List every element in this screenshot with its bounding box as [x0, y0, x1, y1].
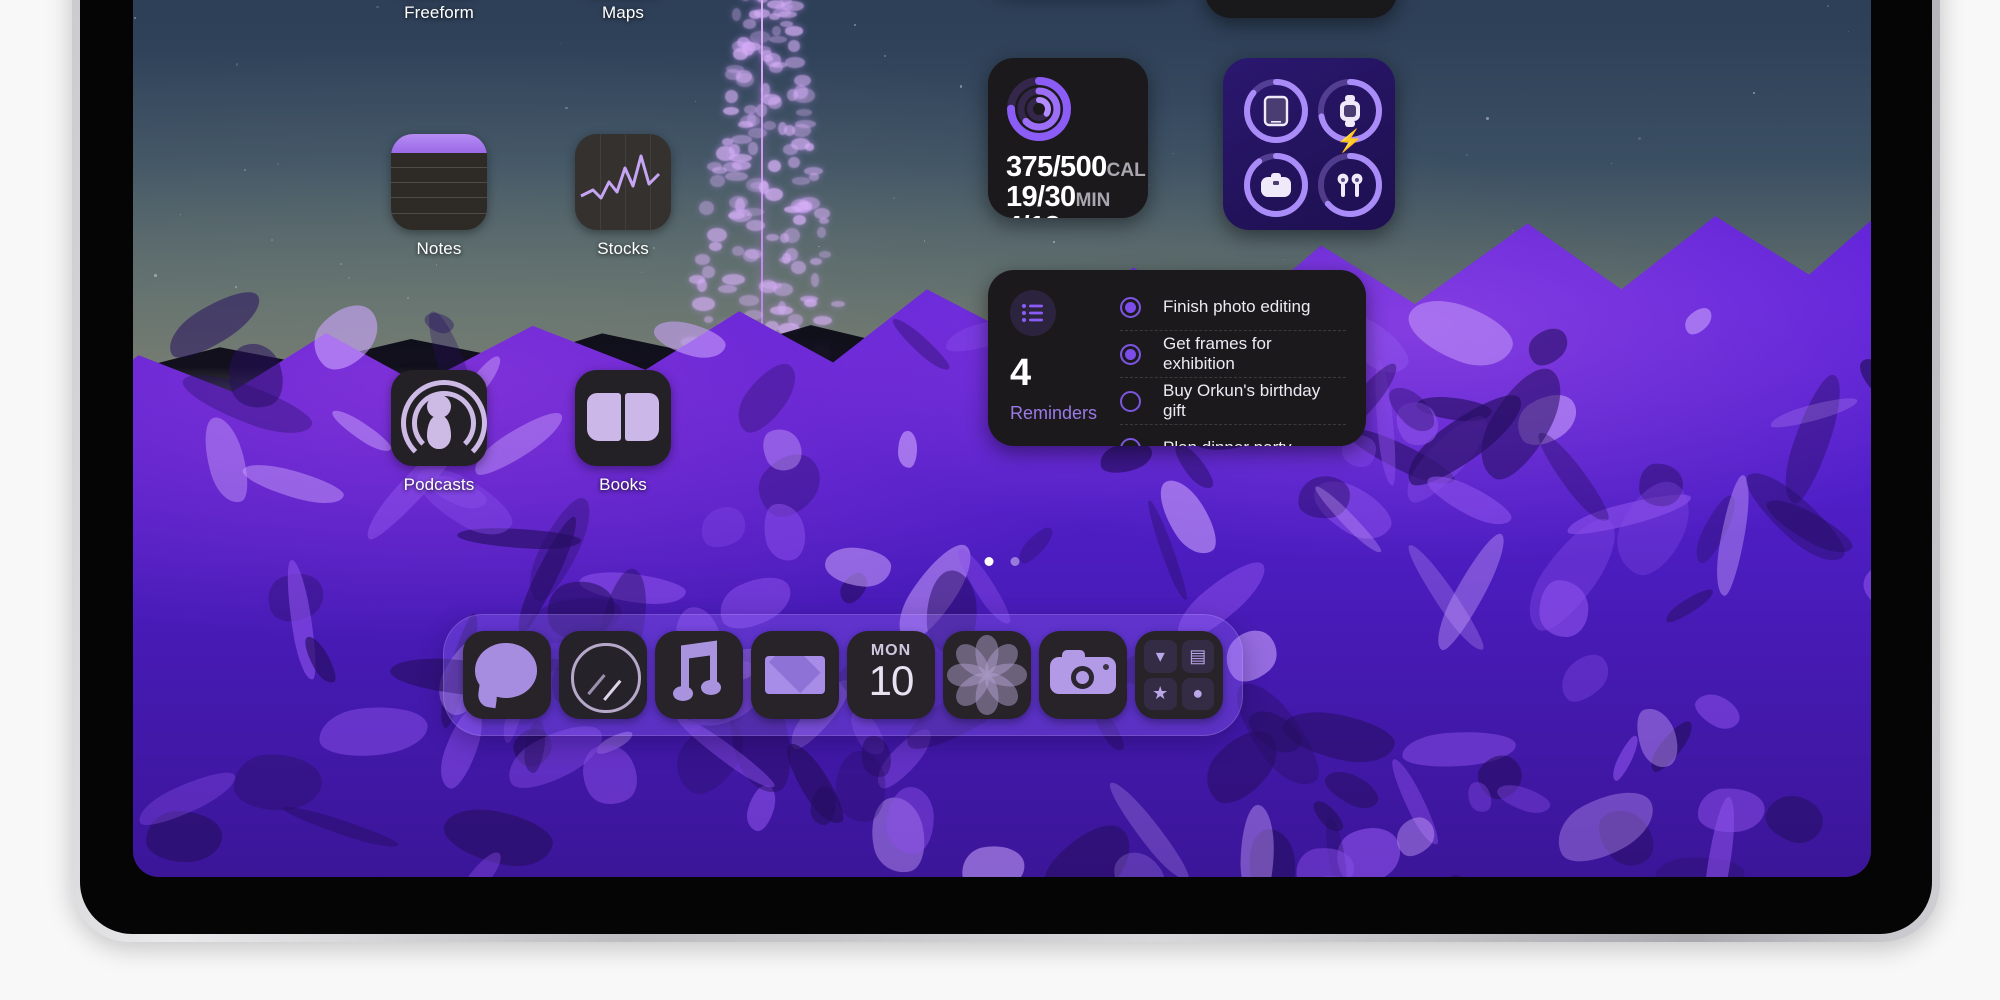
reminders-count: 4	[1010, 352, 1032, 394]
airpods-case-icon	[1261, 173, 1291, 197]
stocks-icon	[575, 134, 671, 230]
app-icon-books[interactable]: Books	[563, 370, 683, 495]
fitness-widget[interactable]: 375/500CAL 19/30MIN 4/12HRS	[988, 58, 1148, 218]
app-label: Books	[599, 475, 647, 494]
fitness-stat-stand: 4/12HRS	[1006, 212, 1130, 218]
reminders-widget[interactable]: 4 Reminders Finish photo editing Get fram…	[988, 270, 1366, 446]
dock-app-photos[interactable]	[943, 631, 1031, 719]
reminder-checkbox[interactable]	[1120, 390, 1141, 412]
reminder-checkbox[interactable]	[1120, 296, 1141, 318]
podcasts-icon	[391, 370, 487, 466]
battery-cell-airpods: ⚡	[1315, 128, 1385, 220]
battery-widget[interactable]: ⚡	[1223, 58, 1395, 230]
reminder-item[interactable]: Finish photo editing	[1120, 284, 1346, 331]
reminder-item[interactable]: Get frames for exhibition	[1120, 331, 1346, 378]
dock: MON 10 ▾ ▤ ★ ●	[443, 614, 1243, 736]
app-icon-maps[interactable]: Maps	[563, 0, 683, 23]
page-indicator[interactable]	[984, 557, 1020, 566]
reminders-list-icon	[1010, 290, 1056, 336]
dock-app-camera[interactable]	[1039, 631, 1127, 719]
app-icon-freeform[interactable]: Freeform	[379, 0, 499, 23]
charging-bolt-icon: ⚡	[1336, 128, 1364, 153]
books-icon	[575, 370, 671, 466]
dock-app-safari[interactable]	[559, 631, 647, 719]
reminder-text: Get frames for exhibition	[1163, 334, 1272, 373]
folder-mini-icon-1: ▾	[1144, 640, 1177, 673]
screenshot-stage: Freeform Maps Notes Stocks Podcasts Book…	[0, 0, 2000, 1000]
dock-app-music[interactable]	[655, 631, 743, 719]
battery-cell-ipad	[1241, 76, 1311, 146]
app-label: Freeform	[404, 3, 474, 22]
reminders-label: Reminders	[1010, 403, 1098, 423]
reminder-checkbox[interactable]	[1120, 343, 1141, 365]
battery-cell-airpods-case	[1241, 150, 1311, 220]
airpods-icon	[1337, 173, 1363, 197]
reminder-checkbox[interactable]	[1120, 437, 1141, 446]
ipad-screen: Freeform Maps Notes Stocks Podcasts Book…	[133, 0, 1871, 877]
dock-app-mail[interactable]	[751, 631, 839, 719]
reminder-text: Plan dinner party	[1163, 438, 1292, 446]
dock-calendar-day: 10	[868, 657, 915, 705]
app-label: Maps	[602, 3, 644, 22]
dock-app-messages[interactable]	[463, 631, 551, 719]
app-icon-notes[interactable]: Notes	[379, 134, 499, 259]
reminder-item[interactable]: Plan dinner party	[1120, 425, 1346, 446]
folder-mini-icon-3: ★	[1144, 677, 1177, 710]
fitness-stat-move: 375/500CAL	[1006, 151, 1146, 183]
folder-mini-icon-2: ▤	[1181, 640, 1214, 673]
reminder-item[interactable]: Buy Orkun's birthday gift	[1120, 378, 1346, 425]
page-dot-0[interactable]	[984, 557, 994, 566]
reminder-text: Finish photo editing	[1163, 297, 1311, 316]
notes-icon	[391, 134, 487, 230]
calendar-widget[interactable]: JUNE SMTWTFS 123456789101112131415161718…	[1205, 0, 1397, 18]
app-icon-stocks[interactable]: Stocks	[563, 134, 683, 259]
reminder-text: Buy Orkun's birthday gift	[1163, 381, 1321, 420]
app-label: Notes	[416, 239, 462, 258]
fitness-stat-exercise: 19/30MIN	[1006, 181, 1111, 214]
app-label: Podcasts	[403, 475, 475, 494]
activity-rings-icon	[1006, 76, 1072, 142]
app-icon-podcasts[interactable]: Podcasts	[379, 370, 499, 495]
watch-icon	[1340, 95, 1360, 127]
folder-mini-icon-4: ●	[1181, 677, 1214, 710]
reminders-list: Finish photo editing Get frames for exhib…	[1120, 284, 1346, 446]
tablet-icon	[1263, 95, 1289, 127]
dock-app-folder[interactable]: ▾ ▤ ★ ●	[1135, 631, 1223, 719]
dock-app-calendar[interactable]: MON 10	[847, 631, 935, 719]
page-dot-1[interactable]	[1010, 557, 1020, 566]
app-label: Stocks	[597, 239, 649, 258]
